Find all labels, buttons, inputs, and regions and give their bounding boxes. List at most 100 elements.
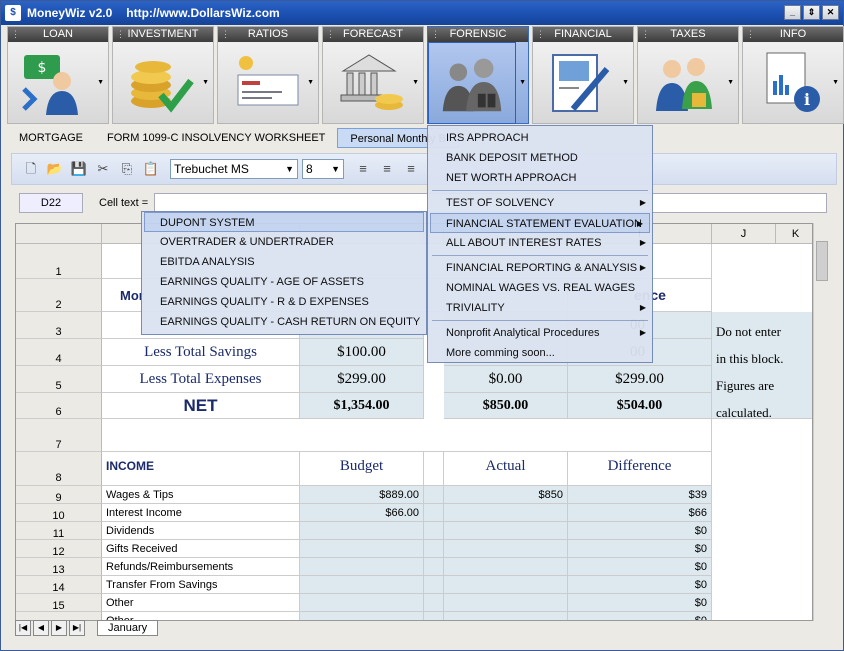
- income-value-cell[interactable]: $889.00: [300, 486, 424, 504]
- income-value-cell[interactable]: $850: [444, 486, 568, 504]
- income-value-cell[interactable]: [444, 558, 568, 576]
- income-value-cell[interactable]: [424, 486, 444, 504]
- category-investment[interactable]: ⋮ INVESTMENT ▼: [112, 26, 214, 124]
- income-value-cell[interactable]: [424, 558, 444, 576]
- column-header-k[interactable]: K: [776, 224, 812, 244]
- row-header[interactable]: 5: [16, 366, 102, 393]
- menu-item-net-worth[interactable]: NET WORTH APPROACH: [428, 168, 652, 188]
- income-label-cell[interactable]: Refunds/Reimbursements: [102, 558, 300, 576]
- income-value-cell[interactable]: $66.00: [300, 504, 424, 522]
- category-taxes[interactable]: ⋮ TAXES ▼: [637, 26, 739, 124]
- menu-item-test-of-solvency[interactable]: TEST OF SOLVENCY ▶: [428, 193, 652, 213]
- chevron-down-icon[interactable]: ▼: [727, 79, 734, 86]
- income-label-cell[interactable]: Dividends: [102, 522, 300, 540]
- paste-icon[interactable]: 📋: [142, 160, 160, 178]
- income-value-cell[interactable]: $0: [568, 576, 712, 594]
- income-value-cell[interactable]: $66: [568, 504, 712, 522]
- row-header[interactable]: 10: [16, 504, 102, 522]
- income-value-cell[interactable]: [444, 594, 568, 612]
- menu-item-irs-approach[interactable]: IRS APPROACH: [428, 128, 652, 148]
- cell[interactable]: [102, 419, 712, 452]
- first-sheet-icon[interactable]: |◀: [15, 620, 31, 636]
- row-header[interactable]: 7: [16, 419, 102, 452]
- income-value-cell[interactable]: [300, 540, 424, 558]
- maximize-button[interactable]: ⇕: [803, 5, 820, 20]
- menu-item-interest-rates[interactable]: ALL ABOUT INTEREST RATES ▶: [428, 233, 652, 253]
- menu-item-triviality[interactable]: TRIVIALITY ▶: [428, 298, 652, 318]
- income-label-cell[interactable]: Interest Income: [102, 504, 300, 522]
- menu-item-financial-statement-evaluation[interactable]: FINANCIAL STATEMENT EVALUATION ▶: [430, 213, 650, 233]
- category-ratios[interactable]: ⋮ RATIOS ▼: [217, 26, 319, 124]
- submenu-item-cash-return[interactable]: EARNINGS QUALITY - CASH RETURN ON EQUITY: [142, 312, 426, 332]
- category-loan[interactable]: ⋮ LOAN $ ▼: [7, 26, 109, 124]
- align-left-icon[interactable]: ≡: [354, 160, 372, 178]
- row-header[interactable]: 15: [16, 594, 102, 612]
- row-header[interactable]: 14: [16, 576, 102, 594]
- chevron-down-icon[interactable]: ▼: [519, 79, 526, 86]
- font-size-select[interactable]: 8 ▼: [302, 159, 344, 179]
- actual-header-cell[interactable]: Actual: [444, 452, 568, 486]
- column-header-j[interactable]: J: [712, 224, 776, 244]
- net-value-cell[interactable]: $1,354.00: [300, 393, 424, 419]
- sheet-tab-january[interactable]: January: [97, 620, 159, 636]
- close-button[interactable]: ✕: [822, 5, 839, 20]
- menu-item-nonprofit[interactable]: Nonprofit Analytical Procedures ▶: [428, 323, 652, 343]
- cut-icon[interactable]: ✂: [94, 160, 112, 178]
- chevron-down-icon[interactable]: ▼: [832, 79, 839, 86]
- category-forensic[interactable]: ⋮ FORENSIC ▼: [427, 26, 529, 124]
- tab-form-1099c[interactable]: FORM 1099-C INSOLVENCY WORKSHEET: [95, 128, 337, 148]
- income-value-cell[interactable]: $0: [568, 522, 712, 540]
- vertical-scrollbar[interactable]: [813, 223, 829, 621]
- menu-item-nominal-wages[interactable]: NOMINAL WAGES VS. REAL WAGES: [428, 278, 652, 298]
- row-header[interactable]: 3: [16, 312, 102, 339]
- next-sheet-icon[interactable]: ▶: [51, 620, 67, 636]
- font-select[interactable]: Trebuchet MS ▼: [170, 159, 298, 179]
- chevron-down-icon[interactable]: ▼: [412, 79, 419, 86]
- value-cell[interactable]: $100.00: [300, 339, 424, 366]
- menu-item-more-coming[interactable]: More comming soon...: [428, 343, 652, 363]
- net-value-cell[interactable]: $850.00: [444, 393, 568, 419]
- row-header[interactable]: 11: [16, 522, 102, 540]
- row-header[interactable]: 6: [16, 393, 102, 419]
- category-financial[interactable]: ⋮ FINANCIAL ▼: [532, 26, 634, 124]
- income-value-cell[interactable]: [424, 522, 444, 540]
- cell[interactable]: [424, 452, 444, 486]
- income-title-cell[interactable]: INCOME: [102, 452, 300, 486]
- net-label-cell[interactable]: NET: [102, 393, 300, 419]
- income-value-cell[interactable]: [300, 522, 424, 540]
- submenu-item-dupont[interactable]: DUPONT SYSTEM: [144, 212, 424, 232]
- chevron-down-icon[interactable]: ▼: [97, 79, 104, 86]
- income-value-cell[interactable]: [424, 576, 444, 594]
- menu-item-bank-deposit[interactable]: BANK DEPOSIT METHOD: [428, 148, 652, 168]
- income-label-cell[interactable]: Gifts Received: [102, 540, 300, 558]
- save-icon[interactable]: 💾: [70, 160, 88, 178]
- value-cell[interactable]: $299.00: [568, 366, 712, 393]
- label-cell[interactable]: Less Total Expenses: [102, 366, 300, 393]
- row-header[interactable]: 8: [16, 452, 102, 486]
- chevron-down-icon[interactable]: ▼: [202, 79, 209, 86]
- income-value-cell[interactable]: [300, 558, 424, 576]
- income-value-cell[interactable]: [300, 576, 424, 594]
- value-cell[interactable]: $299.00: [300, 366, 424, 393]
- cell-reference[interactable]: D22: [19, 193, 83, 213]
- label-cell[interactable]: Less Total Savings: [102, 339, 300, 366]
- row-header[interactable]: 2: [16, 279, 102, 312]
- row-header[interactable]: 4: [16, 339, 102, 366]
- row-header[interactable]: 1: [16, 244, 102, 279]
- chevron-down-icon[interactable]: ▼: [307, 79, 314, 86]
- open-icon[interactable]: 📂: [46, 160, 64, 178]
- row-header[interactable]: 9: [16, 486, 102, 504]
- last-sheet-icon[interactable]: ▶|: [69, 620, 85, 636]
- income-label-cell[interactable]: Transfer From Savings: [102, 576, 300, 594]
- new-icon[interactable]: 🗋: [22, 160, 40, 178]
- category-forecast[interactable]: ⋮ FORECAST ▼: [322, 26, 424, 124]
- income-label-cell[interactable]: Other: [102, 594, 300, 612]
- income-value-cell[interactable]: [424, 540, 444, 558]
- income-value-cell[interactable]: [444, 522, 568, 540]
- income-value-cell[interactable]: $39: [568, 486, 712, 504]
- budget-header-cell[interactable]: Budget: [300, 452, 424, 486]
- prev-sheet-icon[interactable]: ◀: [33, 620, 49, 636]
- chevron-down-icon[interactable]: ▼: [622, 79, 629, 86]
- scroll-thumb[interactable]: [816, 241, 828, 281]
- align-center-icon[interactable]: ≡: [378, 160, 396, 178]
